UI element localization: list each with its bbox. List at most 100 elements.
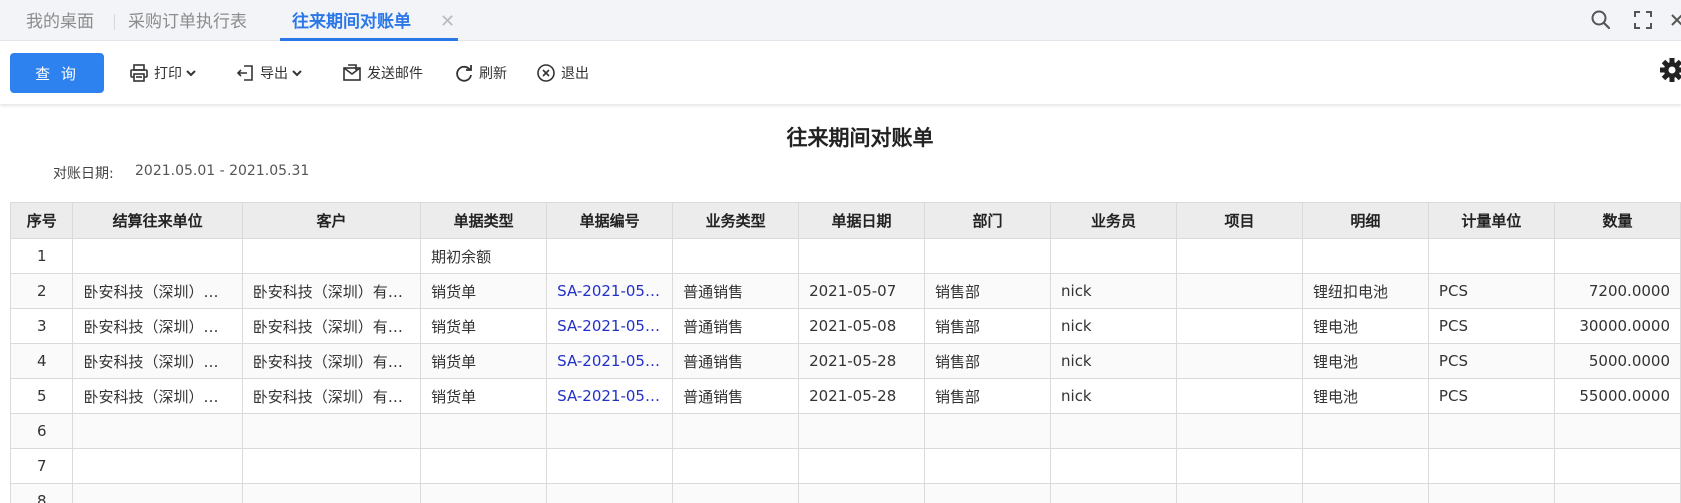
table-cell: PCS — [1427, 343, 1555, 379]
column-header[interactable]: 结算往来单位 — [72, 202, 243, 239]
table-cell — [72, 483, 243, 503]
column-header[interactable]: 业务类型 — [672, 202, 800, 239]
table-cell: 4 — [10, 343, 74, 379]
print-button[interactable]: 打印 — [129, 59, 197, 87]
table-cell — [672, 483, 800, 503]
reconcile-date-label: 对账日期: — [53, 166, 114, 182]
tab-divider — [114, 14, 115, 30]
table-cell: 卧安科技（深圳）有限公司 — [241, 273, 422, 309]
table-cell — [546, 238, 674, 274]
tab-period-statement[interactable]: 往来期间对账单 ✕ — [280, 0, 458, 41]
table-cell: PCS — [1427, 378, 1555, 414]
table-cell — [546, 413, 674, 449]
column-header[interactable]: 项目 — [1175, 202, 1303, 239]
table-cell — [798, 483, 926, 503]
table-cell: nick — [1050, 273, 1177, 309]
column-header[interactable]: 计量单位 — [1427, 202, 1555, 239]
table-cell — [798, 413, 926, 449]
table-cell: 普通销售 — [672, 308, 800, 344]
document-number-link[interactable]: SA-2021-05-003 — [546, 343, 674, 379]
column-header[interactable]: 数量 — [1553, 202, 1681, 239]
tab-purchase-order-report[interactable]: 采购订单执行表 — [128, 0, 247, 41]
column-header[interactable]: 单据日期 — [798, 202, 926, 239]
send-email-button[interactable]: 发送邮件 — [342, 59, 423, 87]
table-cell — [546, 448, 674, 484]
table-header-row: 序号 结算往来单位 客户 单据类型 单据编号 业务类型 单据日期 部门 业务员 项目 明细 计量单位数… — [10, 202, 1681, 239]
table-cell: 销售部 — [924, 343, 1052, 379]
table-cell — [672, 448, 800, 484]
close-icon[interactable] — [1670, 9, 1681, 31]
table-cell: 7200.0000 — [1553, 273, 1681, 309]
table-cell — [1553, 448, 1681, 484]
table-cell: 5 — [10, 378, 74, 414]
document-number-link[interactable]: SA-2021-05-002 — [546, 308, 674, 344]
table-row[interactable]: 7 — [10, 448, 1681, 484]
column-header[interactable]: 业务员 — [1050, 202, 1177, 239]
table-cell — [672, 413, 800, 449]
fullscreen-icon[interactable] — [1632, 9, 1654, 31]
table-cell: 期初余额 — [420, 238, 548, 274]
table-cell: PCS — [1427, 273, 1555, 309]
table-cell: 7 — [10, 448, 74, 484]
table-cell — [1301, 483, 1429, 503]
export-button[interactable]: 导出 — [235, 59, 303, 87]
close-tab-icon[interactable]: ✕ — [440, 0, 455, 44]
tab-my-desktop[interactable]: 我的桌面 — [26, 0, 94, 41]
statement-table: 序号 结算往来单位 客户 单据类型 单据编号 业务类型 单据日期 部门 业务员 项目 明细 计量单位数… — [10, 202, 1681, 503]
table-cell: 锂电池 — [1301, 378, 1429, 414]
table-cell: nick — [1050, 308, 1177, 344]
table-cell — [1175, 378, 1303, 414]
table-cell — [420, 413, 548, 449]
table-row[interactable]: 5卧安科技（深圳）有限公司卧安科技（深圳）有限公司销货单SA-2021-05-0… — [10, 378, 1681, 414]
table-cell — [1175, 238, 1303, 274]
chevron-down-icon — [186, 70, 196, 77]
table-row[interactable]: 1 期初余额 — [10, 238, 1681, 274]
statement-grid: 序号 结算往来单位 客户 单据类型 单据编号 业务类型 单据日期 部门 业务员 项目 明细 计量单位数… — [10, 202, 1681, 503]
table-row[interactable]: 3卧安科技（深圳）有限公司卧安科技（深圳）有限公司销货单SA-2021-05-0… — [10, 308, 1681, 344]
gear-icon[interactable] — [1659, 57, 1681, 87]
exit-icon — [537, 64, 555, 82]
table-cell: 卧安科技（深圳）有限公司 — [72, 343, 243, 379]
report-title: 往来期间对账单 — [786, 126, 934, 150]
table-cell: 2 — [10, 273, 74, 309]
table-cell: nick — [1050, 343, 1177, 379]
search-icon[interactable] — [1590, 9, 1612, 31]
table-row[interactable]: 8 — [10, 483, 1681, 503]
table-cell: 锂电池 — [1301, 343, 1429, 379]
table-cell: 1 — [10, 238, 74, 274]
table-cell — [924, 238, 1052, 274]
table-row[interactable]: 2卧安科技（深圳）有限公司卧安科技（深圳）有限公司销货单SA-2021-05-0… — [10, 273, 1681, 309]
table-cell — [1427, 483, 1555, 503]
table-cell — [798, 238, 926, 274]
table-row[interactable]: 6 — [10, 413, 1681, 449]
document-number-link[interactable]: SA-2021-05-001 — [546, 273, 674, 309]
column-header[interactable]: 单据编号 — [546, 202, 674, 239]
reconcile-date-value: 2021.05.01 - 2021.05.31 — [135, 163, 310, 179]
table-cell: 卧安科技（深圳）有限公司 — [241, 308, 422, 344]
column-header[interactable]: 客户 — [241, 202, 422, 239]
refresh-button[interactable]: 刷新 — [454, 59, 507, 87]
table-cell — [1301, 448, 1429, 484]
column-header[interactable]: 序号 — [10, 202, 74, 239]
table-cell — [924, 483, 1052, 503]
table-cell: 2021-05-28 — [798, 343, 926, 379]
column-header[interactable]: 单据类型 — [420, 202, 548, 239]
table-cell: 2021-05-28 — [798, 378, 926, 414]
refresh-icon — [456, 65, 472, 82]
table-cell — [1050, 413, 1177, 449]
export-icon — [236, 65, 253, 81]
table-cell: 销货单 — [420, 378, 548, 414]
table-cell: 销货单 — [420, 308, 548, 344]
table-cell: 55000.0000 — [1553, 378, 1681, 414]
document-number-link[interactable]: SA-2021-05-004 — [546, 378, 674, 414]
query-button[interactable]: 查 询 — [10, 53, 104, 93]
table-cell — [1301, 238, 1429, 274]
column-header[interactable]: 明细 — [1301, 202, 1429, 239]
table-cell — [420, 448, 548, 484]
table-row[interactable]: 4卧安科技（深圳）有限公司卧安科技（深圳）有限公司销货单SA-2021-05-0… — [10, 343, 1681, 379]
toolbar: 查 询 打印 导出 发送邮件 刷新 退出 — [0, 41, 1681, 104]
column-header[interactable]: 部门 — [924, 202, 1052, 239]
table-cell: nick — [1050, 378, 1177, 414]
exit-button[interactable]: 退出 — [536, 59, 589, 87]
printer-icon — [130, 64, 148, 82]
